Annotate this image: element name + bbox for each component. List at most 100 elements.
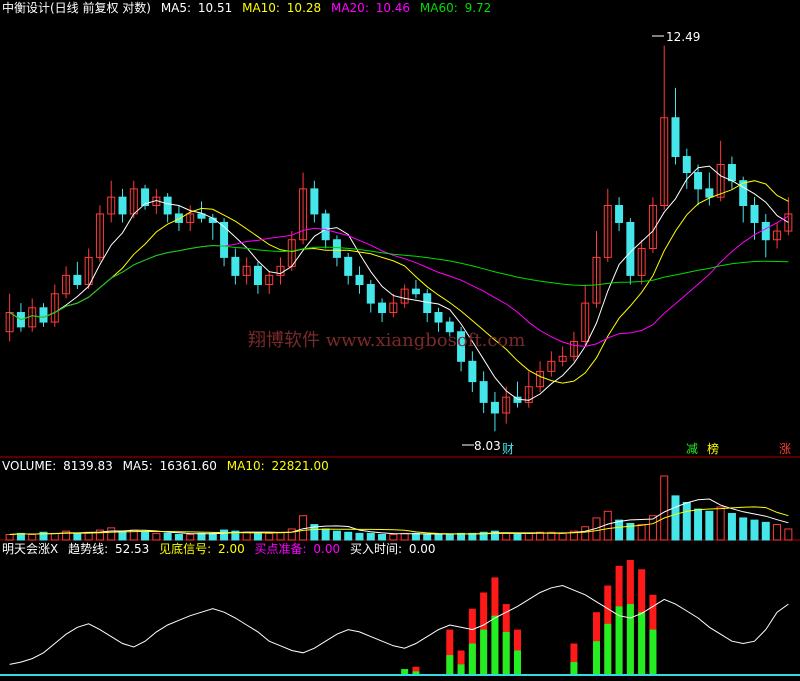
- volume-bar: [332, 530, 341, 541]
- volume-layer: [5, 475, 793, 541]
- volume-bar: [524, 532, 533, 541]
- candle-body: [253, 265, 262, 286]
- volume-bar: [276, 531, 285, 541]
- signal-bar-green: [615, 606, 623, 676]
- candle-body: [694, 172, 703, 190]
- candle-body: [220, 221, 229, 258]
- candle-body: [344, 256, 353, 276]
- candle-body: [423, 293, 432, 314]
- candle-body: [118, 196, 127, 215]
- volume-bar: [321, 528, 330, 541]
- volume-bar: [265, 532, 274, 541]
- candle-body: [332, 239, 341, 258]
- ma10-label: MA10:: [242, 1, 280, 15]
- candle-body: [490, 401, 499, 414]
- candle-body: [727, 164, 736, 182]
- trend-line: [9, 584, 789, 665]
- candle-body: [682, 156, 691, 174]
- volume-bar: [366, 532, 375, 541]
- volume-bar: [118, 530, 127, 541]
- signal-bar-green: [638, 612, 646, 676]
- vol-ma5-label: MA5:: [123, 459, 153, 473]
- price-legend: 中衡设计(日线 前复权 对数) MA5: 10.51 MA10: 10.28 M…: [2, 0, 491, 15]
- volume-legend: VOLUME: 8139.83 MA5: 16361.60 MA10: 2282…: [2, 459, 329, 473]
- bottom-signal-label: 见底信号:: [159, 541, 211, 556]
- volume-bar: [197, 532, 206, 541]
- volume-bar: [784, 528, 793, 541]
- volume-bar: [400, 532, 409, 541]
- candle-body: [378, 302, 387, 314]
- volume-bar: [411, 532, 420, 541]
- event-tag-cai[interactable]: 财: [502, 442, 514, 456]
- trend-value: 52.53: [115, 542, 149, 556]
- volume-bar: [423, 533, 432, 541]
- vol-ma10-value: 22821.00: [271, 459, 328, 473]
- volume-bar: [73, 532, 82, 541]
- volume-bar: [739, 517, 748, 541]
- volume-value: 8139.83: [63, 459, 113, 473]
- candle-body: [231, 256, 240, 276]
- candles-layer: [5, 45, 793, 432]
- candle-body: [411, 288, 420, 295]
- event-tag-jian[interactable]: 减: [686, 442, 698, 456]
- signal-bar-green: [570, 662, 578, 676]
- candle-body: [750, 205, 759, 223]
- volume-bar: [682, 501, 691, 541]
- volume-label: VOLUME:: [2, 459, 56, 473]
- candle-body: [39, 307, 48, 323]
- ma20-value: 10.46: [376, 1, 410, 15]
- volume-bar: [152, 532, 161, 541]
- volume-bar: [253, 532, 262, 541]
- stock-chart: 翔博软件 www.xiangbosoft.com 12.49 8.03 财 减 …: [0, 0, 800, 676]
- ma5-value: 10.51: [198, 1, 232, 15]
- volume-bar: [389, 533, 398, 541]
- signal-bar-green: [480, 629, 488, 676]
- watermark: 翔博软件 www.xiangbosoft.com: [248, 330, 525, 351]
- trend-label: 趋势线:: [68, 542, 108, 556]
- buy-time-value: 0.00: [409, 542, 436, 556]
- signal-bar-green: [593, 641, 600, 676]
- volume-bar: [344, 531, 353, 541]
- vol-ma5-value: 16361.60: [160, 459, 217, 473]
- candle-body: [163, 196, 172, 215]
- candle-body: [671, 117, 680, 158]
- volume-bar: [355, 532, 364, 541]
- volume-bar: [5, 533, 14, 541]
- buy-prep-label: 买点准备:: [255, 542, 307, 556]
- price-title: 中衡设计(日线 前复权 对数): [2, 0, 151, 15]
- ma20-line: [9, 215, 789, 347]
- event-tag-bang[interactable]: 榜: [707, 441, 719, 456]
- event-tag-zhang[interactable]: 涨: [779, 441, 791, 456]
- volume-bar: [186, 533, 195, 541]
- signal-bar-green: [502, 631, 510, 676]
- volume-bar: [637, 524, 646, 541]
- signal-bar-green: [649, 629, 657, 676]
- signal-bar-green: [446, 655, 454, 676]
- candle-body: [321, 213, 330, 241]
- ma5-label: MA5:: [161, 1, 191, 15]
- ma20-label: MA20:: [331, 1, 369, 15]
- volume-bar: [163, 532, 172, 541]
- volume-bar: [603, 510, 612, 541]
- volume-bar: [615, 519, 624, 541]
- volume-bar: [287, 528, 296, 541]
- candle-body: [468, 360, 477, 383]
- volume-bar: [28, 533, 37, 541]
- ma60-label: MA60:: [420, 1, 458, 15]
- candle-body: [479, 381, 488, 403]
- candle-body: [366, 284, 375, 304]
- signal-bar-green: [626, 604, 634, 676]
- volume-bar: [50, 532, 59, 541]
- volume-bar: [694, 508, 703, 541]
- ma60-value: 9.72: [465, 1, 492, 15]
- price-high-label: 12.49: [666, 30, 700, 44]
- volume-bar: [107, 527, 116, 541]
- volume-bar: [671, 495, 680, 541]
- candle-body: [310, 188, 319, 215]
- signal-bar-green: [468, 643, 476, 676]
- volume-bar: [581, 526, 590, 541]
- volume-bar: [220, 529, 229, 541]
- candle-body: [434, 312, 443, 323]
- volume-bar: [513, 533, 522, 541]
- signal-bar-green: [491, 615, 499, 676]
